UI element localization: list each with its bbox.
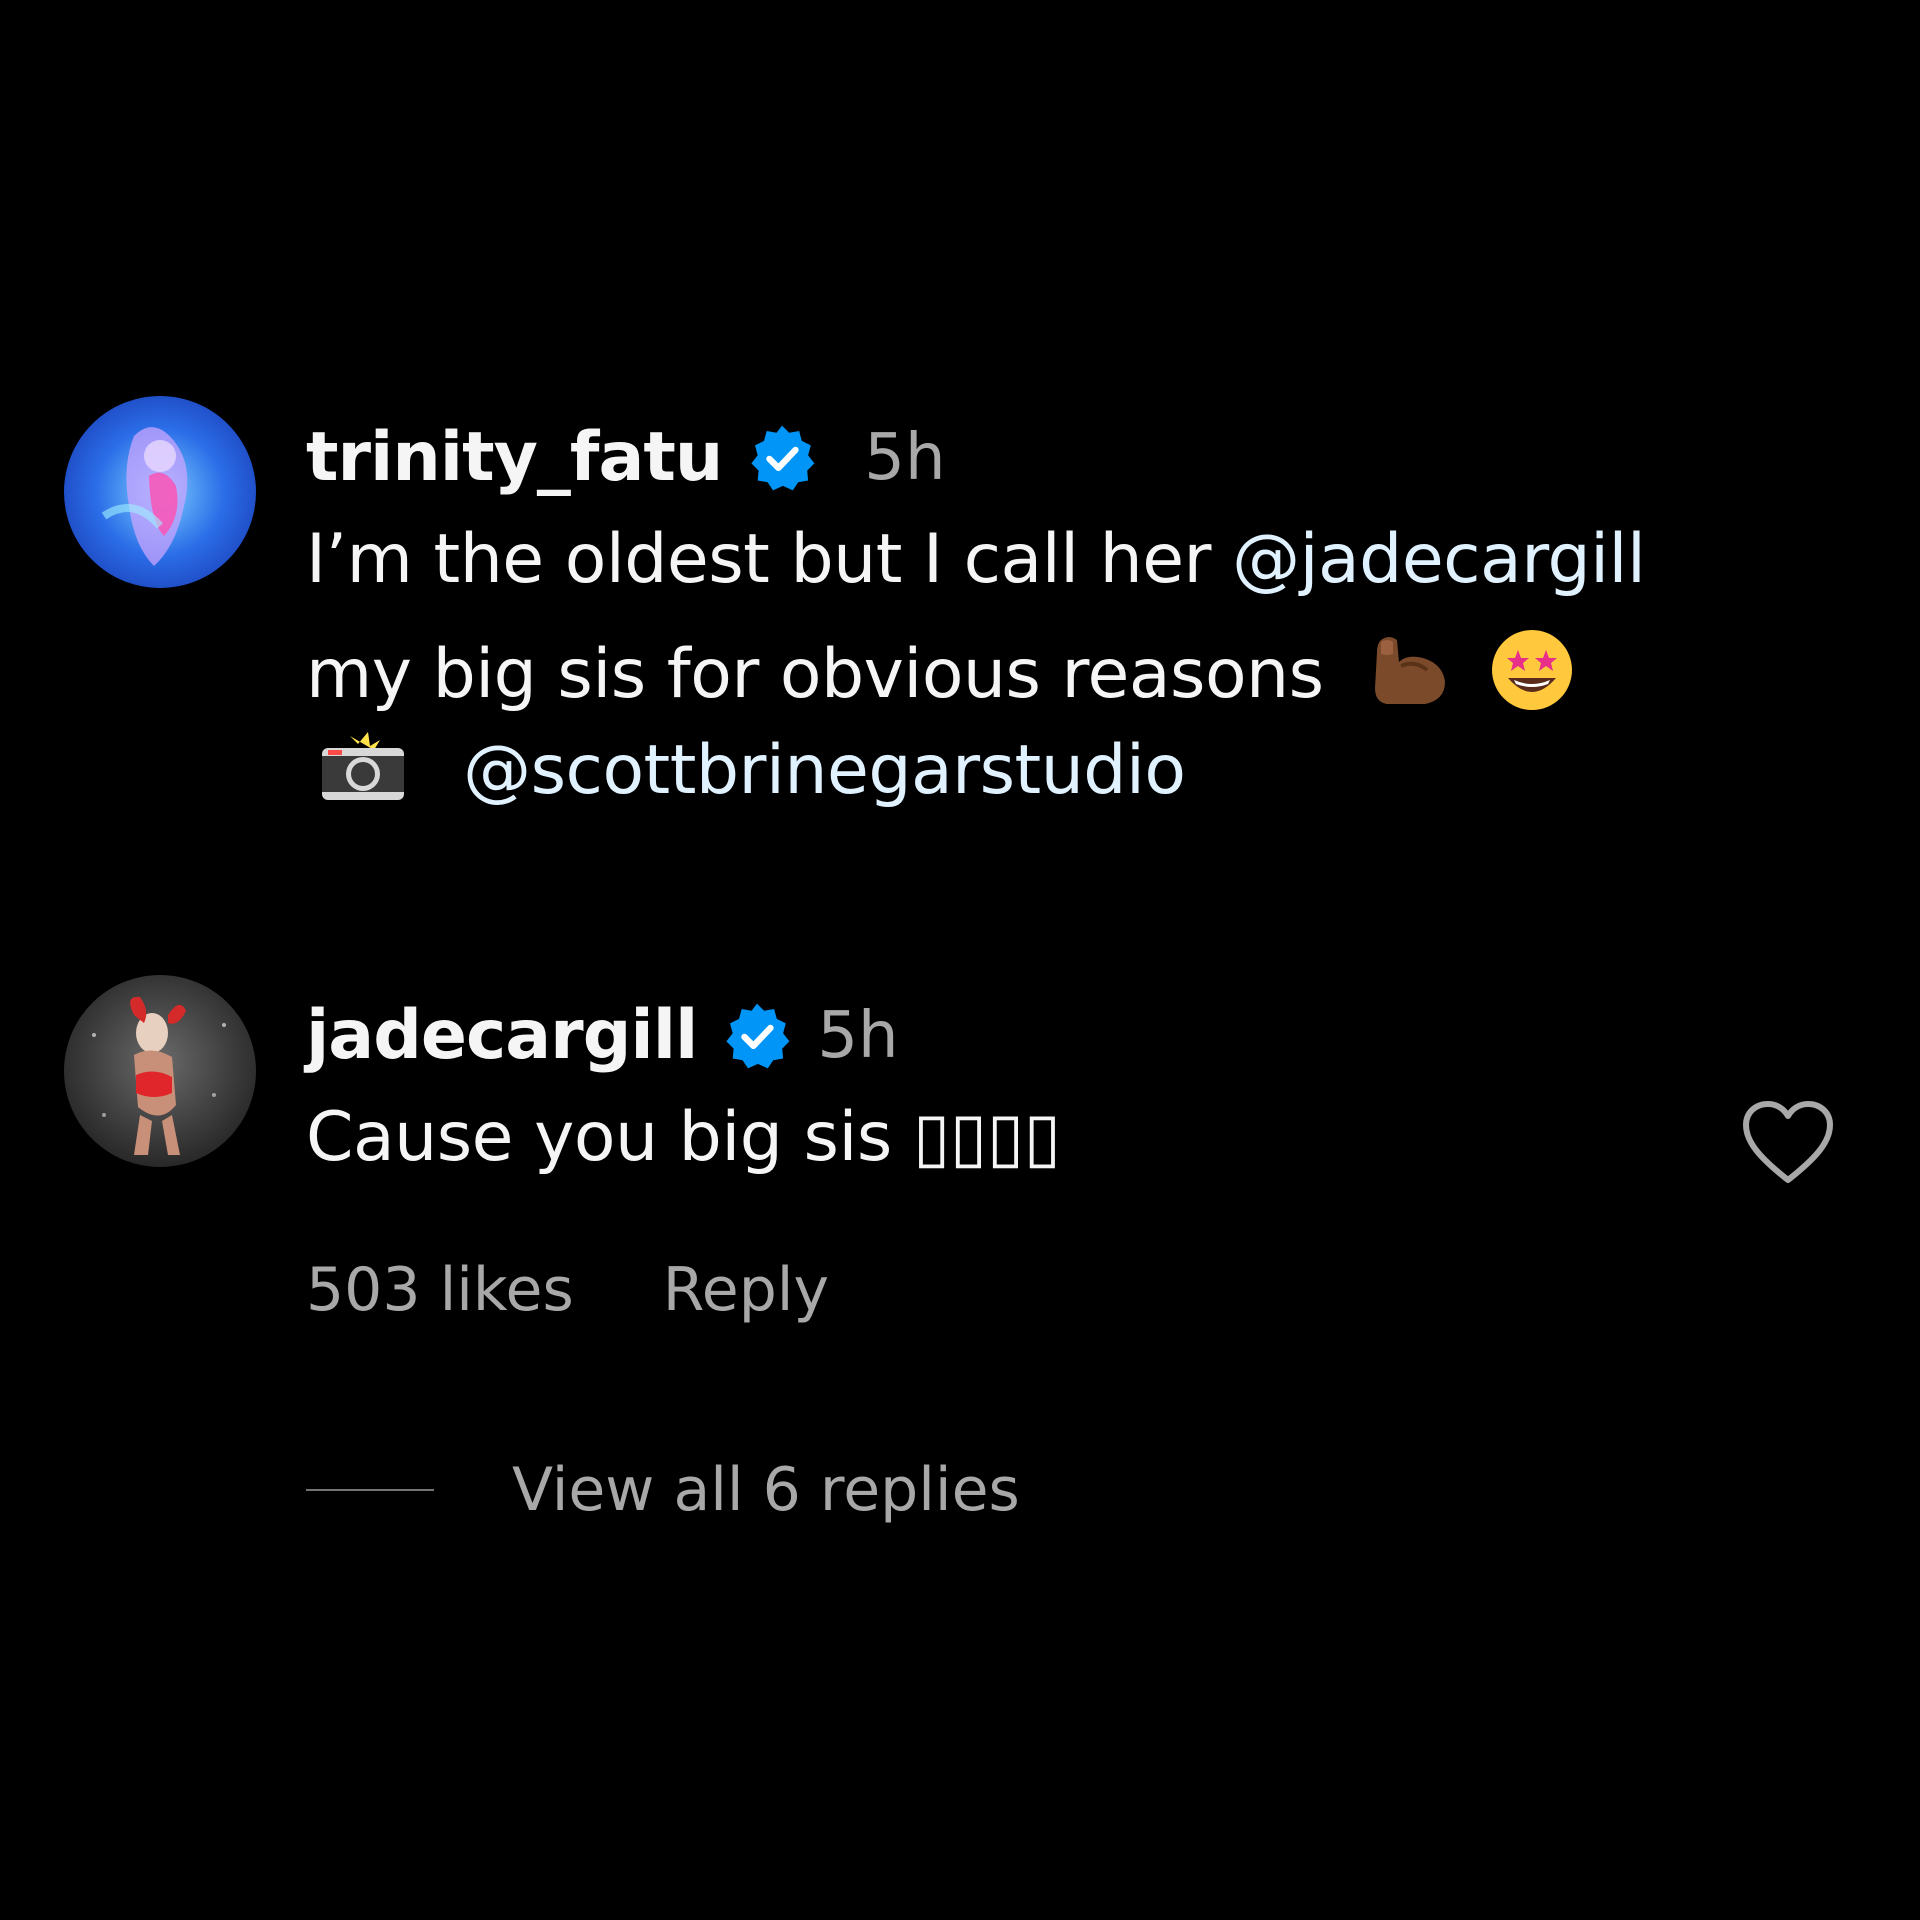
verified-badge-icon: [746, 422, 818, 494]
comment-header: trinity_fatu 5h: [306, 418, 946, 497]
comment-text: I’m the oldest but I call her: [306, 520, 1233, 599]
comment-meta: 503 likes Reply: [306, 1255, 829, 1325]
star-struck-icon: [1490, 628, 1574, 729]
mention-link[interactable]: @scottbrinegarstudio: [463, 731, 1186, 810]
flexed-biceps-icon: [1367, 632, 1451, 725]
comment-header: jadecargill 5h: [306, 996, 899, 1075]
username[interactable]: trinity_fatu: [306, 418, 723, 497]
comment-text: my big sis for obvious reasons: [306, 635, 1345, 715]
timestamp: 5h: [864, 420, 946, 495]
avatar-jade[interactable]: [64, 975, 256, 1167]
like-heart-icon[interactable]: [1740, 1098, 1836, 1188]
comment-text-line-1: I’m the oldest but I call her @jadecargi…: [306, 520, 1646, 599]
username[interactable]: jadecargill: [306, 996, 698, 1075]
verified-badge-icon: [721, 1000, 793, 1072]
mention-link[interactable]: @jadecargill: [1232, 520, 1646, 599]
timestamp: 5h: [817, 998, 899, 1073]
likes-count[interactable]: 503 likes: [306, 1255, 574, 1325]
divider-line: [306, 1489, 434, 1491]
comment-text-line-2: my big sis for obvious reasons: [306, 628, 1574, 729]
comment-text-line-3: @scottbrinegarstudio: [306, 730, 1186, 819]
comment-text: Cause you big sis ▯▯▯▯: [306, 1098, 1061, 1177]
reply-button[interactable]: Reply: [663, 1255, 829, 1325]
avatar-trinity[interactable]: [64, 396, 256, 588]
view-replies-label: View all 6 replies: [512, 1455, 1020, 1525]
camera-with-flash-icon: [320, 730, 406, 819]
view-replies-button[interactable]: View all 6 replies: [306, 1455, 1020, 1525]
